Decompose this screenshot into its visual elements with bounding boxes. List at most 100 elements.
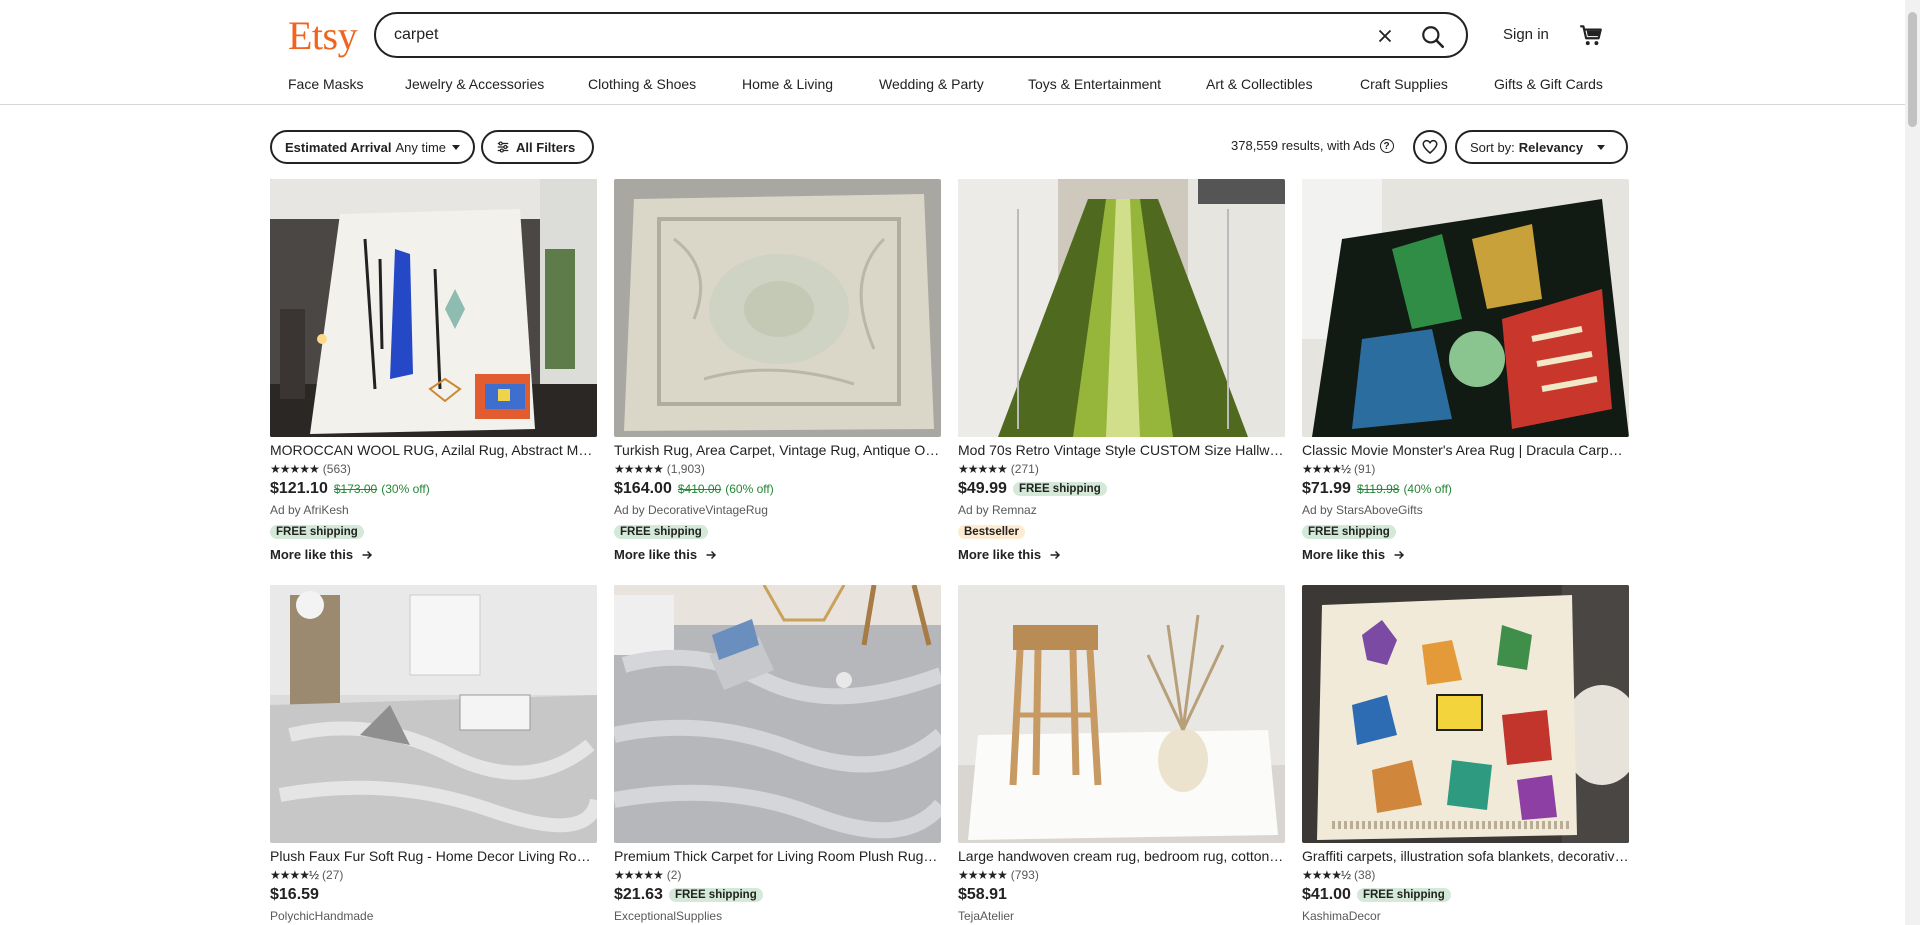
listing-title[interactable]: Plush Faux Fur Soft Rug - Home Decor Liv…	[270, 848, 597, 864]
price-row: $49.99 FREE shipping	[958, 480, 1285, 498]
save-search-button[interactable]	[1413, 130, 1447, 164]
more-like-this-link[interactable]: More like this	[1302, 547, 1629, 562]
scrollbar-thumb[interactable]	[1908, 12, 1917, 127]
star-rating-icon: ★★★★½	[1302, 462, 1351, 476]
review-count: (2)	[666, 868, 682, 882]
review-count: (38)	[1354, 868, 1376, 882]
listing-card[interactable]: Large handwoven cream rug, bedroom rug, …	[958, 585, 1285, 923]
listing-card[interactable]: Turkish Rug, Area Carpet, Vintage Rug, A…	[614, 179, 941, 562]
listing-card[interactable]: MOROCCAN WOOL RUG, Azilal Rug, Abstract …	[270, 179, 597, 562]
estimated-arrival-value: Any time	[395, 139, 447, 155]
listing-image[interactable]	[270, 179, 597, 437]
free-shipping-badge: FREE shipping	[270, 525, 364, 539]
help-icon[interactable]: ?	[1379, 138, 1394, 153]
more-like-this-label: More like this	[958, 547, 1042, 562]
ad-by-shop[interactable]: Ad by AfriKesh	[270, 503, 597, 517]
more-like-this-label: More like this	[614, 547, 698, 562]
listing-title[interactable]: Turkish Rug, Area Carpet, Vintage Rug, A…	[614, 442, 941, 458]
listing-card[interactable]: Graffiti carpets, illustration sofa blan…	[1302, 585, 1629, 923]
more-like-this-label: More like this	[1302, 547, 1386, 562]
nav-craft-supplies[interactable]: Craft Supplies	[1360, 76, 1494, 98]
listing-title[interactable]: Classic Movie Monster's Area Rug | Dracu…	[1302, 442, 1629, 458]
price-row: $16.59	[270, 886, 597, 904]
sign-in-link[interactable]: Sign in	[1503, 26, 1549, 43]
listing-rating: ★★★★½ (91)	[1302, 462, 1629, 476]
review-count: (793)	[1010, 868, 1039, 882]
site-header: Etsy Sign in Face Masks Jewelry & Access…	[0, 0, 1905, 105]
listing-title[interactable]: Mod 70s Retro Vintage Style CUSTOM Size …	[958, 442, 1285, 458]
sort-dropdown[interactable]: Sort by: Relevancy	[1455, 130, 1628, 164]
more-like-this-link[interactable]: More like this	[614, 547, 941, 562]
original-price: $119.98	[1356, 482, 1400, 496]
review-count: (271)	[1010, 462, 1039, 476]
results-count-text: 378,559 results, with Ads	[1231, 138, 1376, 153]
shop-name[interactable]: PolychicHandmade	[270, 909, 597, 923]
listing-rating: ★★★★★ (793)	[958, 868, 1285, 882]
shop-name[interactable]: ExceptionalSupplies	[614, 909, 941, 923]
listing-price: $49.99	[958, 480, 1007, 497]
nav-gifts-gift-cards[interactable]: Gifts & Gift Cards	[1494, 76, 1603, 98]
nav-home-living[interactable]: Home & Living	[742, 76, 879, 98]
ad-by-shop[interactable]: Ad by StarsAboveGifts	[1302, 503, 1629, 517]
listing-image[interactable]	[614, 585, 941, 843]
nav-art-collectibles[interactable]: Art & Collectibles	[1206, 76, 1360, 98]
nav-clothing-shoes[interactable]: Clothing & Shoes	[588, 76, 742, 98]
listing-title[interactable]: MOROCCAN WOOL RUG, Azilal Rug, Abstract …	[270, 442, 597, 458]
ad-by-shop[interactable]: Ad by Remnaz	[958, 503, 1285, 517]
listing-title[interactable]: Premium Thick Carpet for Living Room Plu…	[614, 848, 941, 864]
search-icon[interactable]	[1420, 24, 1446, 50]
listing-card[interactable]: Mod 70s Retro Vintage Style CUSTOM Size …	[958, 179, 1285, 562]
listing-rating: ★★★★★ (563)	[270, 462, 597, 476]
more-like-this-link[interactable]: More like this	[270, 547, 597, 562]
arrow-right-icon	[1050, 550, 1061, 559]
review-count: (563)	[322, 462, 351, 476]
listing-rating: ★★★★★ (271)	[958, 462, 1285, 476]
listing-image[interactable]	[614, 179, 941, 437]
free-shipping-badge: FREE shipping	[1356, 888, 1451, 902]
nav-face-masks[interactable]: Face Masks	[288, 76, 405, 98]
listing-price: $121.10	[270, 480, 328, 497]
listing-card[interactable]: Classic Movie Monster's Area Rug | Dracu…	[1302, 179, 1629, 562]
shop-name[interactable]: KashimaDecor	[1302, 909, 1629, 923]
listing-rating: ★★★★½ (38)	[1302, 868, 1629, 882]
listing-price: $41.00	[1302, 886, 1351, 903]
listing-image[interactable]	[958, 179, 1285, 437]
star-rating-icon: ★★★★★	[958, 462, 1008, 476]
listing-image[interactable]	[270, 585, 597, 843]
listing-image[interactable]	[1302, 179, 1629, 437]
more-like-this-link[interactable]: More like this	[958, 547, 1285, 562]
etsy-logo[interactable]: Etsy	[288, 12, 358, 59]
listing-image[interactable]	[1302, 585, 1629, 843]
heart-icon	[1422, 139, 1438, 154]
listing-price: $164.00	[614, 480, 672, 497]
arrow-right-icon	[706, 550, 717, 559]
price-row: $121.10 $173.00 (30% off)	[270, 480, 597, 498]
close-icon[interactable]	[1374, 25, 1396, 47]
price-row: $164.00 $410.00 (60% off)	[614, 480, 941, 498]
listing-rating: ★★★★½ (27)	[270, 868, 597, 882]
scrollbar[interactable]	[1905, 0, 1920, 925]
original-price: $173.00	[333, 482, 378, 496]
search-bar[interactable]	[374, 12, 1468, 58]
star-rating-icon: ★★★★★	[958, 868, 1008, 882]
listing-title[interactable]: Large handwoven cream rug, bedroom rug, …	[958, 848, 1285, 864]
nav-jewelry-accessories[interactable]: Jewelry & Accessories	[405, 76, 588, 98]
cart-icon[interactable]	[1578, 22, 1604, 48]
nav-wedding-party[interactable]: Wedding & Party	[879, 76, 1028, 98]
listing-card[interactable]: Premium Thick Carpet for Living Room Plu…	[614, 585, 941, 923]
listing-title[interactable]: Graffiti carpets, illustration sofa blan…	[1302, 848, 1629, 864]
ad-by-shop[interactable]: Ad by DecorativeVintageRug	[614, 503, 941, 517]
arrow-right-icon	[362, 550, 373, 559]
listing-price: $58.91	[958, 886, 1007, 903]
nav-toys-entertainment[interactable]: Toys & Entertainment	[1028, 76, 1206, 98]
estimated-arrival-filter[interactable]: Estimated Arrival Any time	[270, 130, 476, 164]
all-filters-button[interactable]: All Filters	[481, 130, 595, 164]
search-input[interactable]	[394, 24, 1294, 46]
listing-card[interactable]: Plush Faux Fur Soft Rug - Home Decor Liv…	[270, 585, 597, 923]
listing-image[interactable]	[958, 585, 1285, 843]
shop-name[interactable]: TejaAtelier	[958, 909, 1285, 923]
star-rating-icon: ★★★★★	[614, 868, 664, 882]
sort-label: Sort by:	[1470, 139, 1515, 155]
star-rating-icon: ★★★★★	[270, 462, 320, 476]
star-rating-icon: ★★★★½	[1302, 868, 1351, 882]
